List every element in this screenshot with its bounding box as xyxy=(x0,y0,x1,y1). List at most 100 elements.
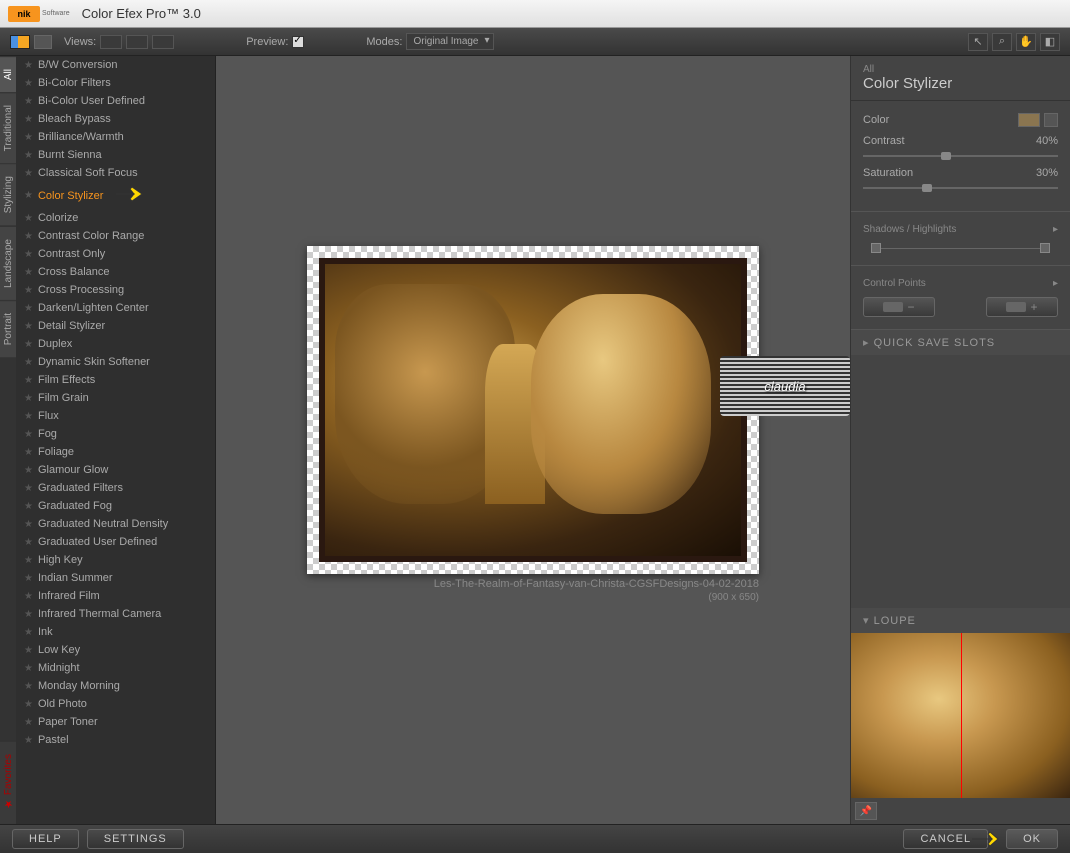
info-button[interactable] xyxy=(34,35,52,49)
star-icon[interactable]: ★ xyxy=(24,60,33,71)
filter-item[interactable]: ★Cross Balance xyxy=(16,263,215,281)
mode-dropdown[interactable]: Original Image xyxy=(406,33,493,50)
star-icon[interactable]: ★ xyxy=(24,393,33,404)
filter-item[interactable]: ★High Key xyxy=(16,551,215,569)
filter-item[interactable]: ★Colorize xyxy=(16,209,215,227)
star-icon[interactable]: ★ xyxy=(24,375,33,386)
star-icon[interactable]: ★ xyxy=(24,411,33,422)
star-icon[interactable]: ★ xyxy=(24,213,33,224)
view-single-button[interactable] xyxy=(100,35,122,49)
filter-item[interactable]: ★Foliage xyxy=(16,443,215,461)
star-icon[interactable]: ★ xyxy=(24,465,33,476)
filter-list[interactable]: ★B/W Conversion★Bi-Color Filters★Bi-Colo… xyxy=(16,56,216,824)
preview-checkbox[interactable] xyxy=(292,36,304,48)
star-icon[interactable]: ★ xyxy=(24,645,33,656)
quick-save-header[interactable]: QUICK SAVE SLOTS xyxy=(851,330,1070,355)
star-icon[interactable]: ★ xyxy=(24,519,33,530)
star-icon[interactable]: ★ xyxy=(24,339,33,350)
background-tool-icon[interactable]: ◧ xyxy=(1040,33,1060,51)
star-icon[interactable]: ★ xyxy=(24,429,33,440)
filter-item[interactable]: ★Color Stylizer xyxy=(16,182,215,209)
star-icon[interactable]: ★ xyxy=(24,150,33,161)
filter-item[interactable]: ★Glamour Glow xyxy=(16,461,215,479)
star-icon[interactable]: ★ xyxy=(24,78,33,89)
filter-item[interactable]: ★Graduated Filters xyxy=(16,479,215,497)
control-point-add-button[interactable]: + xyxy=(986,297,1058,317)
filter-item[interactable]: ★Detail Stylizer xyxy=(16,317,215,335)
star-icon[interactable]: ★ xyxy=(24,735,33,746)
filter-item[interactable]: ★Graduated Neutral Density xyxy=(16,515,215,533)
histogram-button[interactable] xyxy=(10,35,30,49)
filter-item[interactable]: ★Bleach Bypass xyxy=(16,110,215,128)
star-icon[interactable]: ★ xyxy=(24,303,33,314)
star-icon[interactable]: ★ xyxy=(24,168,33,179)
star-icon[interactable]: ★ xyxy=(24,501,33,512)
expand-icon[interactable]: ▸ xyxy=(1053,224,1058,235)
filter-item[interactable]: ★Graduated Fog xyxy=(16,497,215,515)
star-icon[interactable]: ★ xyxy=(24,357,33,368)
filter-item[interactable]: ★Paper Toner xyxy=(16,713,215,731)
star-icon[interactable]: ★ xyxy=(24,681,33,692)
star-icon[interactable]: ★ xyxy=(24,132,33,143)
filter-item[interactable]: ★Low Key xyxy=(16,641,215,659)
filter-item[interactable]: ★Contrast Color Range xyxy=(16,227,215,245)
star-icon[interactable]: ★ xyxy=(24,231,33,242)
saturation-slider[interactable] xyxy=(863,187,1058,189)
star-icon[interactable]: ★ xyxy=(24,699,33,710)
expand-icon[interactable]: ▸ xyxy=(1053,278,1058,289)
view-sidebyside-button[interactable] xyxy=(152,35,174,49)
color-swatch[interactable] xyxy=(1018,113,1040,127)
star-icon[interactable]: ★ xyxy=(24,555,33,566)
star-icon[interactable]: ★ xyxy=(24,483,33,494)
tab-landscape[interactable]: Landscape xyxy=(0,226,16,300)
contrast-slider[interactable] xyxy=(863,155,1058,157)
tab-stylizing[interactable]: Stylizing xyxy=(0,163,16,225)
star-icon[interactable]: ★ xyxy=(24,267,33,278)
star-icon[interactable]: ★ xyxy=(24,591,33,602)
star-icon[interactable]: ★ xyxy=(24,573,33,584)
filter-item[interactable]: ★Bi-Color User Defined xyxy=(16,92,215,110)
filter-item[interactable]: ★Ink xyxy=(16,623,215,641)
control-point-remove-button[interactable]: − xyxy=(863,297,935,317)
shadows-track[interactable] xyxy=(863,243,1058,253)
star-icon[interactable]: ★ xyxy=(24,190,33,201)
star-icon[interactable]: ★ xyxy=(24,627,33,638)
filter-item[interactable]: ★Old Photo xyxy=(16,695,215,713)
filter-item[interactable]: ★Midnight xyxy=(16,659,215,677)
filter-item[interactable]: ★Contrast Only xyxy=(16,245,215,263)
star-icon[interactable]: ★ xyxy=(24,249,33,260)
tab-all[interactable]: All xyxy=(0,56,16,92)
filter-item[interactable]: ★B/W Conversion xyxy=(16,56,215,74)
filter-item[interactable]: ★Cross Processing xyxy=(16,281,215,299)
tab-favorites[interactable]: ★ Favorites xyxy=(0,741,16,824)
filter-item[interactable]: ★Graduated User Defined xyxy=(16,533,215,551)
tab-traditional[interactable]: Traditional xyxy=(0,92,16,163)
star-icon[interactable]: ★ xyxy=(24,321,33,332)
help-button[interactable]: HELP xyxy=(12,829,79,849)
eyedropper-icon[interactable] xyxy=(1044,113,1058,127)
filter-item[interactable]: ★Duplex xyxy=(16,335,215,353)
pan-tool-icon[interactable]: ✋ xyxy=(1016,33,1036,51)
ok-button[interactable]: OK xyxy=(1006,829,1058,849)
star-icon[interactable]: ★ xyxy=(24,537,33,548)
star-icon[interactable]: ★ xyxy=(24,663,33,674)
star-icon[interactable]: ★ xyxy=(24,96,33,107)
star-icon[interactable]: ★ xyxy=(24,717,33,728)
select-tool-icon[interactable]: ↖ xyxy=(968,33,988,51)
filter-item[interactable]: ★Film Effects xyxy=(16,371,215,389)
filter-item[interactable]: ★Bi-Color Filters xyxy=(16,74,215,92)
filter-item[interactable]: ★Pastel xyxy=(16,731,215,749)
tab-portrait[interactable]: Portrait xyxy=(0,300,16,357)
filter-item[interactable]: ★Classical Soft Focus xyxy=(16,164,215,182)
filter-item[interactable]: ★Darken/Lighten Center xyxy=(16,299,215,317)
loupe-pin-icon[interactable]: 📌 xyxy=(855,802,877,820)
loupe-header[interactable]: LOUPE xyxy=(851,608,1070,633)
settings-button[interactable]: SETTINGS xyxy=(87,829,184,849)
star-icon[interactable]: ★ xyxy=(24,609,33,620)
view-split-button[interactable] xyxy=(126,35,148,49)
filter-item[interactable]: ★Fog xyxy=(16,425,215,443)
star-icon[interactable]: ★ xyxy=(24,114,33,125)
filter-item[interactable]: ★Brilliance/Warmth xyxy=(16,128,215,146)
filter-item[interactable]: ★Dynamic Skin Softener xyxy=(16,353,215,371)
filter-item[interactable]: ★Flux xyxy=(16,407,215,425)
